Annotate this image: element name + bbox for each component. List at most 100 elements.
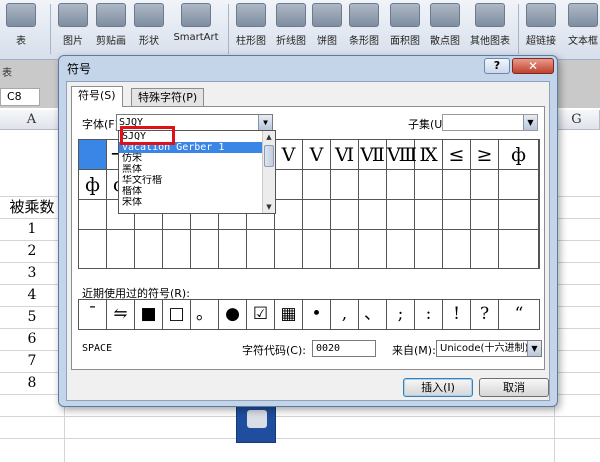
embedded-picture[interactable] (236, 405, 276, 443)
symbol-cell[interactable] (107, 230, 135, 268)
symbol-cell-selected[interactable] (79, 140, 107, 170)
symbol-cell[interactable] (471, 230, 499, 268)
symbol-cell[interactable] (275, 170, 303, 200)
chevron-down-icon[interactable]: ▼ (258, 115, 272, 130)
font-option[interactable]: 华文行楷 (119, 175, 275, 186)
recent-symbol[interactable]: , (331, 300, 359, 329)
ribbon-smartart-button[interactable]: SmartArt (170, 0, 222, 58)
font-option[interactable]: 黑体 (119, 164, 275, 175)
recent-symbol[interactable]: 。 (191, 300, 219, 329)
symbol-cell[interactable] (219, 230, 247, 268)
ribbon-other-charts-button[interactable]: 其他图表 (466, 0, 514, 58)
recent-symbol[interactable]: ■ (135, 300, 163, 329)
symbol-cell[interactable]: Ⅴ (275, 140, 303, 170)
cancel-button[interactable]: 取消 (479, 378, 549, 397)
font-option[interactable]: 宋体 (119, 197, 275, 208)
scroll-up-icon[interactable]: ▲ (263, 131, 275, 143)
symbol-cell[interactable] (387, 200, 415, 230)
symbol-cell[interactable]: Ⅶ (359, 140, 387, 170)
symbol-cell[interactable] (359, 230, 387, 268)
symbol-cell[interactable] (191, 230, 219, 268)
scroll-thumb[interactable] (264, 145, 274, 167)
recent-symbol[interactable]: ▦ (275, 300, 303, 329)
recent-symbol[interactable]: 、 (359, 300, 387, 329)
help-button[interactable]: ? (484, 58, 510, 74)
cell-number[interactable]: 3 (0, 262, 64, 284)
cell-number[interactable]: 6 (0, 328, 64, 350)
ribbon-textbox-button[interactable]: 文本框 (566, 0, 600, 58)
name-box[interactable]: C8 (0, 88, 40, 106)
recent-symbol[interactable]: • (303, 300, 331, 329)
chevron-down-icon[interactable]: ▼ (523, 115, 537, 130)
symbol-cell[interactable]: Ⅴ (303, 140, 331, 170)
ribbon-area-chart-button[interactable]: 面积图 (386, 0, 424, 58)
symbol-cell[interactable] (387, 170, 415, 200)
symbol-cell[interactable] (79, 200, 107, 230)
ribbon-line-chart-button[interactable]: 折线图 (272, 0, 310, 58)
ribbon-shape-button[interactable]: 形状 (134, 0, 164, 58)
symbol-cell[interactable] (275, 230, 303, 268)
symbol-cell[interactable]: Ⅸ (415, 140, 443, 170)
symbol-cell[interactable] (247, 230, 275, 268)
symbol-cell[interactable] (79, 230, 107, 268)
symbol-cell[interactable] (471, 200, 499, 230)
cell-number[interactable]: 7 (0, 350, 64, 372)
ribbon-column-chart-button[interactable]: 柱形图 (232, 0, 270, 58)
char-code-input[interactable]: 0020 (312, 340, 376, 357)
tab-special-characters[interactable]: 特殊字符(P) (131, 88, 205, 106)
ribbon-picture-button[interactable]: 图片 (58, 0, 88, 58)
recent-symbol[interactable]: ! (443, 300, 471, 329)
symbol-cell[interactable] (331, 230, 359, 268)
symbol-cell[interactable] (499, 230, 539, 268)
symbol-cell[interactable] (415, 200, 443, 230)
from-select[interactable]: Unicode(十六进制) ▼ (436, 340, 542, 357)
recent-symbol[interactable]: ? (471, 300, 499, 329)
symbol-cell[interactable] (275, 200, 303, 230)
symbol-cell[interactable]: ≥ (471, 140, 499, 170)
symbol-cell[interactable] (443, 170, 471, 200)
recent-symbol[interactable]: ☑ (247, 300, 275, 329)
symbol-cell[interactable] (415, 230, 443, 268)
ribbon-hyperlink-button[interactable]: 超链接 (522, 0, 560, 58)
column-header-g[interactable]: G (554, 110, 600, 130)
recent-symbol[interactable]: “ (499, 300, 539, 329)
ribbon-pie-chart-button[interactable]: 饼图 (312, 0, 342, 58)
recent-symbol[interactable]: ; (387, 300, 415, 329)
symbol-cell[interactable] (499, 170, 539, 200)
symbol-cell[interactable] (415, 170, 443, 200)
column-header-a[interactable]: A (0, 110, 64, 130)
symbol-cell[interactable] (331, 200, 359, 230)
ribbon-scatter-chart-button[interactable]: 散点图 (426, 0, 464, 58)
font-list-scrollbar[interactable]: ▲ ▼ (262, 131, 275, 213)
cell-number[interactable]: 1 (0, 218, 64, 240)
symbol-cell[interactable]: ф (79, 170, 107, 200)
symbol-cell[interactable] (303, 230, 331, 268)
recent-symbol[interactable]: □ (163, 300, 191, 329)
recent-symbol[interactable]: ¯ (79, 300, 107, 329)
ribbon-bar-chart-button[interactable]: 条形图 (344, 0, 384, 58)
symbol-cell[interactable]: Ⅵ (331, 140, 359, 170)
font-option[interactable]: 仿宋 (119, 153, 275, 164)
symbol-cell[interactable] (303, 200, 331, 230)
ribbon-clipart-button[interactable]: 剪贴画 (92, 0, 130, 58)
symbol-cell[interactable] (331, 170, 359, 200)
scroll-down-icon[interactable]: ▼ (263, 201, 275, 213)
insert-button[interactable]: 插入(I) (403, 378, 473, 397)
symbol-cell[interactable] (443, 230, 471, 268)
cell-number[interactable]: 8 (0, 372, 64, 394)
ribbon-table-button[interactable]: 表 (6, 0, 36, 58)
symbol-cell[interactable] (443, 200, 471, 230)
symbol-cell[interactable] (359, 200, 387, 230)
recent-symbol[interactable]: ⇋ (107, 300, 135, 329)
tab-symbols[interactable]: 符号(S) (71, 86, 123, 107)
recent-symbols-row[interactable]: ¯ ⇋ ■ □ 。 ● ☑ ▦ • , 、 ; : ! ? “ (78, 299, 540, 330)
symbol-cell[interactable] (135, 230, 163, 268)
symbol-cell[interactable]: Ⅷ (387, 140, 417, 170)
font-option[interactable]: 楷体 (119, 186, 275, 197)
symbol-cell[interactable] (387, 230, 415, 268)
symbol-cell[interactable] (303, 170, 331, 200)
symbol-cell[interactable] (471, 170, 499, 200)
recent-symbol[interactable]: : (415, 300, 443, 329)
symbol-cell[interactable] (359, 170, 387, 200)
symbol-cell[interactable]: ≤ (443, 140, 471, 170)
